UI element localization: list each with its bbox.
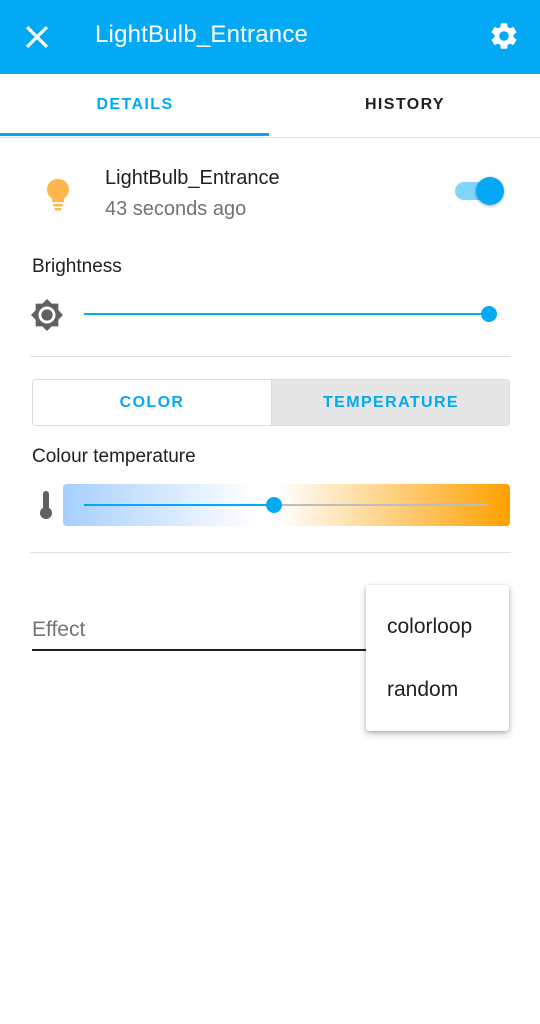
slider-fill <box>84 313 489 315</box>
active-tab-indicator <box>0 133 269 136</box>
effect-option-colorloop[interactable]: colorloop <box>366 595 509 658</box>
tab-bar: DETAILS HISTORY <box>0 74 540 138</box>
slider-thumb[interactable] <box>265 497 282 513</box>
toggle-knob <box>476 177 504 205</box>
slider-thumb[interactable] <box>481 306 497 322</box>
colour-temperature-slider[interactable] <box>84 495 488 515</box>
thermometer-icon <box>40 491 52 519</box>
effect-dropdown-menu: colorloop random <box>366 585 509 731</box>
colour-temperature-label: Colour temperature <box>32 446 196 467</box>
tab-history[interactable]: HISTORY <box>270 74 540 137</box>
temperature-mode-button[interactable]: TEMPERATURE <box>271 380 509 425</box>
effect-select[interactable]: Effect <box>32 612 372 651</box>
brightness-slider[interactable] <box>84 304 497 324</box>
gear-icon[interactable] <box>488 20 520 52</box>
brightness-icon <box>30 298 64 332</box>
slider-fill <box>84 504 274 506</box>
brightness-label: Brightness <box>32 256 122 277</box>
dialog-title: LightBulb_Entrance <box>95 21 309 48</box>
color-mode-toggle: COLOR TEMPERATURE <box>32 379 510 426</box>
tab-details[interactable]: DETAILS <box>0 74 270 137</box>
color-mode-button[interactable]: COLOR <box>33 380 271 425</box>
close-icon[interactable] <box>22 22 52 52</box>
last-changed-time: 43 seconds ago <box>105 198 247 220</box>
power-toggle[interactable] <box>455 177 505 205</box>
effect-option-random[interactable]: random <box>366 658 509 721</box>
effect-placeholder: Effect <box>32 618 86 641</box>
entity-name: LightBulb_Entrance <box>105 167 280 189</box>
top-app-bar: LightBulb_Entrance <box>0 0 540 74</box>
divider <box>30 552 511 553</box>
divider <box>30 356 511 357</box>
lightbulb-icon <box>47 179 69 211</box>
